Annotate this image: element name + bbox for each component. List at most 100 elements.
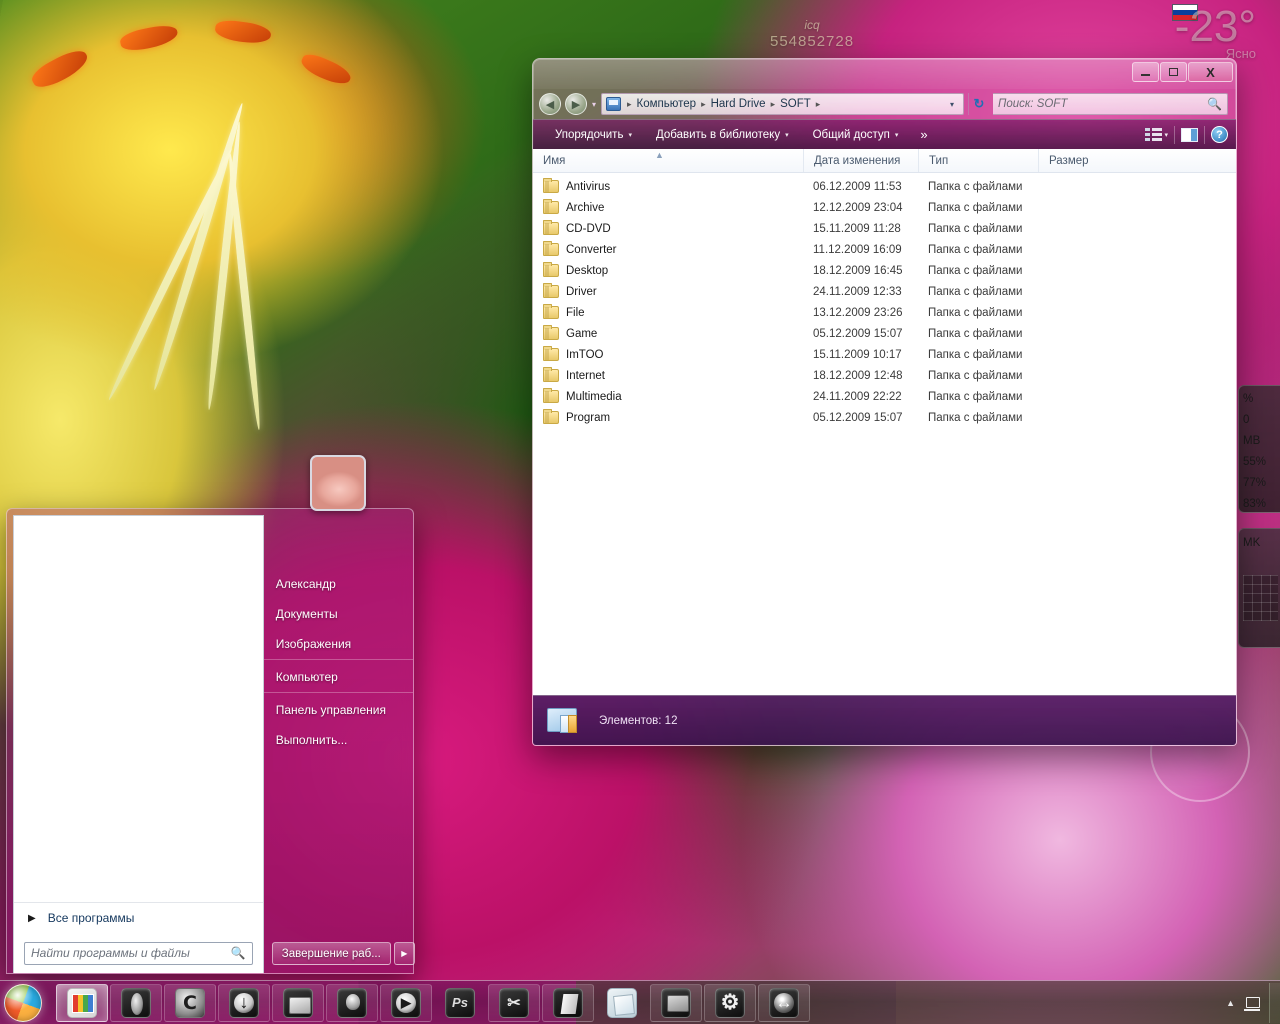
breadcrumb-separator[interactable]: ▸ bbox=[698, 99, 709, 110]
taskbar-button-sync-tool[interactable] bbox=[758, 983, 810, 1022]
column-header-type[interactable]: Тип bbox=[918, 149, 1038, 172]
shutdown-button[interactable]: Завершение раб... bbox=[271, 942, 391, 965]
start-link-control-panel[interactable]: Панель управления bbox=[264, 695, 413, 725]
start-menu-program-list[interactable] bbox=[14, 516, 263, 902]
start-link-pictures[interactable]: Изображения bbox=[263, 629, 413, 660]
add-to-library-button[interactable]: Добавить в библиотеку ▾ bbox=[644, 129, 801, 141]
table-row[interactable]: Desktop 18.12.2009 16:45 Папка с файлами bbox=[533, 260, 1236, 281]
network-monitor-gadget[interactable]: MK bbox=[1238, 528, 1280, 648]
weather-gadget[interactable]: -23° Ясно bbox=[1174, 2, 1256, 61]
table-row[interactable]: Game 05.12.2009 15:07 Папка с файлами bbox=[533, 323, 1236, 344]
file-type-cell: Папка с файлами bbox=[928, 201, 1023, 214]
icq-number: 554852728 bbox=[770, 33, 855, 50]
table-row[interactable]: File 13.12.2009 23:26 Папка с файлами bbox=[533, 302, 1236, 323]
recent-pages-caret-icon[interactable]: ▾ bbox=[591, 100, 597, 109]
column-header-date[interactable]: Дата изменения bbox=[803, 149, 918, 172]
breadcrumb-separator[interactable]: ▸ bbox=[768, 99, 779, 110]
start-menu[interactable]: ▶ Все программы Найти программы и файлы … bbox=[6, 455, 415, 974]
table-row[interactable]: Program 05.12.2009 15:07 Папка с файлами bbox=[533, 407, 1236, 428]
taskbar-button-antivirus[interactable] bbox=[326, 983, 378, 1022]
breadcrumb-separator[interactable]: ▸ bbox=[624, 99, 635, 110]
table-row[interactable]: Multimedia 24.11.2009 22:22 Папка с файлам… bbox=[533, 386, 1236, 407]
show-desktop-button[interactable] bbox=[1269, 982, 1280, 1023]
start-search-wrapper: Найти программы и файлы 🔍 bbox=[14, 933, 263, 973]
explorer-window[interactable]: X ◀ ▶ ▾ ▸ Компьютер ▸ Hard Drive ▸ SOFT … bbox=[532, 58, 1237, 746]
computer-icon bbox=[606, 97, 622, 111]
start-search-input[interactable]: Найти программы и файлы 🔍 bbox=[24, 941, 253, 965]
table-row[interactable]: Driver 24.11.2009 12:33 Папка с файлами bbox=[533, 281, 1236, 302]
system-monitor-gadget[interactable]: % 0 MB 55% 77% 83% bbox=[1238, 385, 1280, 513]
taskbar-button-opera[interactable] bbox=[110, 983, 162, 1022]
taskbar-button-photoshop[interactable] bbox=[434, 984, 486, 1022]
file-name-label: Archive bbox=[566, 201, 605, 214]
breadcrumb-crumb-computer[interactable]: Компьютер bbox=[635, 98, 699, 110]
table-row[interactable]: Converter 11.12.2009 16:09 Папка с файлами bbox=[533, 239, 1236, 260]
command-toolbar: Упорядочить ▾ Добавить в библиотеку ▾ Об… bbox=[533, 119, 1236, 149]
explorer-content: Имя ▲ Дата изменения Тип Размер Antiviru… bbox=[533, 149, 1236, 695]
taskbar-button-settings[interactable] bbox=[704, 983, 756, 1022]
taskbar-button-download-manager[interactable] bbox=[218, 983, 270, 1022]
file-date-cell: 11.12.2009 16:09 bbox=[813, 243, 902, 256]
breadcrumb-crumb-harddrive[interactable]: Hard Drive bbox=[709, 98, 768, 110]
back-button[interactable]: ◀ bbox=[539, 93, 561, 115]
taskbar-button-photo-gallery[interactable] bbox=[56, 983, 108, 1022]
icq-gadget[interactable]: icq 554852728 bbox=[770, 18, 854, 52]
refresh-icon[interactable]: ↻ bbox=[968, 93, 989, 115]
start-link-user[interactable]: Александр bbox=[264, 569, 413, 599]
taskbar-button-file-manager[interactable] bbox=[272, 983, 324, 1022]
start-link-computer[interactable]: Компьютер bbox=[263, 662, 413, 693]
breadcrumb-crumb-soft[interactable]: SOFT bbox=[778, 98, 813, 110]
preview-pane-icon[interactable] bbox=[1181, 127, 1198, 142]
taskbar-button-remote-desktop[interactable] bbox=[650, 983, 702, 1022]
weather-temperature: -23° bbox=[1174, 2, 1256, 51]
share-button[interactable]: Общий доступ ▾ bbox=[801, 129, 911, 141]
maximize-button[interactable] bbox=[1160, 62, 1187, 82]
forward-button[interactable]: ▶ bbox=[565, 93, 587, 115]
table-row[interactable]: Antivirus 06.12.2009 11:53 Папка с файлами bbox=[533, 176, 1236, 197]
folder-icon bbox=[543, 220, 559, 235]
start-link-documents[interactable]: Документы bbox=[264, 599, 413, 629]
breadcrumb-separator[interactable]: ▸ bbox=[813, 99, 824, 110]
sort-ascending-icon: ▲ bbox=[655, 150, 664, 160]
close-button[interactable]: X bbox=[1188, 62, 1233, 82]
taskbar[interactable]: ▲ bbox=[0, 980, 1280, 1024]
taskbar-button-bittorrent[interactable] bbox=[164, 983, 216, 1022]
file-name-label: Converter bbox=[566, 243, 617, 256]
taskbar-button-editor-tool[interactable] bbox=[488, 983, 540, 1022]
shutdown-row: Завершение раб... ▶ bbox=[271, 942, 415, 965]
all-programs-button[interactable]: ▶ Все программы bbox=[14, 902, 263, 933]
minimize-button[interactable] bbox=[1132, 62, 1159, 82]
notepad-icon bbox=[607, 987, 637, 1018]
table-row[interactable]: CD-DVD 15.11.2009 11:28 Папка с файлами bbox=[533, 218, 1236, 239]
search-input[interactable]: Поиск: SOFT 🔍 bbox=[993, 93, 1228, 115]
folder-icon bbox=[543, 199, 559, 214]
file-list[interactable]: Antivirus 06.12.2009 11:53 Папка с файлами… bbox=[533, 173, 1236, 695]
change-view-icon[interactable] bbox=[1145, 127, 1163, 142]
table-row[interactable]: Archive 12.12.2009 23:04 Папка с файлами bbox=[533, 197, 1236, 218]
show-hidden-icons-icon[interactable]: ▲ bbox=[1226, 998, 1235, 1008]
toolbar-divider bbox=[1204, 125, 1205, 144]
column-name-label: Имя bbox=[543, 154, 566, 167]
breadcrumb[interactable]: ▸ Компьютер ▸ Hard Drive ▸ SOFT ▸ ▾ bbox=[601, 93, 964, 115]
help-icon[interactable]: ? bbox=[1211, 126, 1228, 143]
chevron-down-icon[interactable]: ▾ bbox=[945, 100, 959, 109]
file-date-cell: 15.11.2009 10:17 bbox=[813, 348, 902, 361]
taskbar-button-reader[interactable] bbox=[542, 983, 594, 1022]
column-header-name[interactable]: Имя ▲ bbox=[533, 149, 803, 172]
network-icon[interactable] bbox=[1244, 995, 1261, 1011]
start-link-run[interactable]: Выполнить... bbox=[264, 725, 413, 755]
avatar[interactable] bbox=[309, 455, 366, 511]
taskbar-button-notepad[interactable] bbox=[596, 984, 648, 1022]
organize-button[interactable]: Упорядочить ▾ bbox=[543, 129, 644, 141]
start-button[interactable] bbox=[4, 983, 42, 1022]
taskbar-button-media-player[interactable] bbox=[380, 983, 432, 1022]
column-header-size[interactable]: Размер bbox=[1038, 149, 1128, 172]
overflow-chevron-icon[interactable]: » bbox=[910, 127, 937, 142]
chevron-down-icon[interactable]: ▾ bbox=[1164, 131, 1168, 139]
icq-label: icq bbox=[804, 18, 820, 32]
table-row[interactable]: Internet 18.12.2009 12:48 Папка с файлами bbox=[533, 365, 1236, 386]
folder-icon bbox=[543, 262, 559, 277]
window-titlebar[interactable]: X bbox=[533, 59, 1236, 89]
shutdown-options-arrow-icon[interactable]: ▶ bbox=[393, 942, 415, 965]
table-row[interactable]: ImTOO 15.11.2009 10:17 Папка с файлами bbox=[533, 344, 1236, 365]
